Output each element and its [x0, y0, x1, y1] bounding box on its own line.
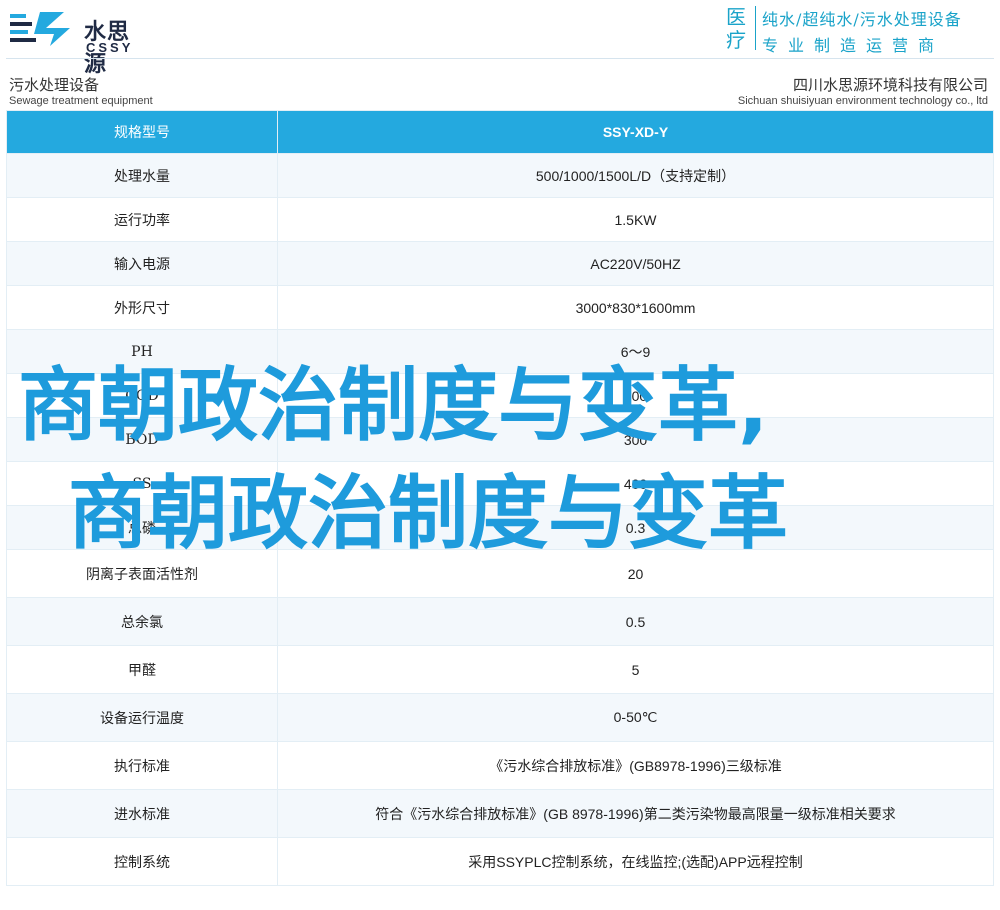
table-row: 外形尺寸 3000*830*1600mm [6, 285, 994, 330]
table-row: 总余氯 0.5 [6, 597, 994, 646]
company-name-en: Sichuan shuisiyuan environment technolog… [737, 95, 988, 107]
spec-value: 0-50℃ [277, 693, 994, 742]
table-row: 执行标准 《污水综合排放标准》(GB8978-1996)三级标准 [6, 741, 994, 790]
logo-mark-icon [10, 12, 70, 46]
product-category-title: 污水处理设备 [9, 76, 100, 94]
spec-value: 500/1000/1500L/D（支持定制） [277, 153, 994, 198]
tagline-products: 纯水/超纯水/污水处理设备 [762, 10, 962, 29]
watermark-line-1: 商朝政治制度与变革, [18, 359, 769, 452]
spec-label: 总余氯 [6, 597, 278, 646]
spec-label: 控制系统 [6, 837, 278, 886]
company-name-cn: 四川水思源环境科技有限公司 [792, 76, 988, 94]
spec-value: 5 [277, 645, 994, 694]
spec-value: 3000*830*1600mm [277, 285, 994, 330]
spec-label: 设备运行温度 [6, 693, 278, 742]
spec-header-label: 规格型号 [6, 110, 278, 154]
spec-label: 输入电源 [6, 241, 278, 286]
sub-header: 污水处理设备 Sewage treatment equipment 四川水思源环… [6, 58, 994, 110]
table-row: 控制系统 采用SSYPLC控制系统，在线监控;(选配)APP远程控制 [6, 837, 994, 886]
spec-header-value: SSY-XD-Y [277, 110, 994, 154]
tagline-side: 医 疗 [726, 6, 752, 52]
spec-value: 采用SSYPLC控制系统，在线监控;(选配)APP远程控制 [277, 837, 994, 886]
spec-value: 符合《污水综合排放标准》(GB 8978-1996)第二类污染物最高限量一级标准… [277, 789, 994, 838]
product-category-subtitle: Sewage treatment equipment [9, 95, 153, 107]
spec-value: 1.5KW [277, 197, 994, 242]
table-row: 甲醛 5 [6, 645, 994, 694]
spec-value: 《污水综合排放标准》(GB8978-1996)三级标准 [277, 741, 994, 790]
tagline-slogan: 专业制造运营商 [762, 36, 945, 55]
spec-label: 甲醛 [6, 645, 278, 694]
table-row: 输入电源 AC220V/50HZ [6, 241, 994, 286]
spec-label: 处理水量 [6, 153, 278, 198]
spec-value: AC220V/50HZ [277, 241, 994, 286]
spec-table-header-row: 规格型号 SSY-XD-Y [6, 110, 994, 154]
brand-name-en: CSSY [86, 40, 134, 55]
brand-logo[interactable]: 水思源 CSSY [6, 4, 146, 77]
spec-label: 进水标准 [6, 789, 278, 838]
table-row: 设备运行温度 0-50℃ [6, 693, 994, 742]
spec-label: 执行标准 [6, 741, 278, 790]
tagline-side-char-1: 医 [726, 5, 746, 29]
spec-label: 运行功率 [6, 197, 278, 242]
table-row: 运行功率 1.5KW [6, 197, 994, 242]
page-header: 水思源 CSSY 医 疗 纯水/超纯水/污水处理设备 专业制造运营商 [0, 0, 1000, 77]
table-row: 处理水量 500/1000/1500L/D（支持定制） [6, 153, 994, 198]
watermark-line-2: 商朝政治制度与变革 [68, 467, 788, 560]
spec-value: 0.5 [277, 597, 994, 646]
spec-label: 外形尺寸 [6, 285, 278, 330]
tagline-divider [755, 6, 756, 50]
table-row: 进水标准 符合《污水综合排放标准》(GB 8978-1996)第二类污染物最高限量… [6, 789, 994, 838]
tagline-side-char-2: 疗 [726, 28, 746, 52]
